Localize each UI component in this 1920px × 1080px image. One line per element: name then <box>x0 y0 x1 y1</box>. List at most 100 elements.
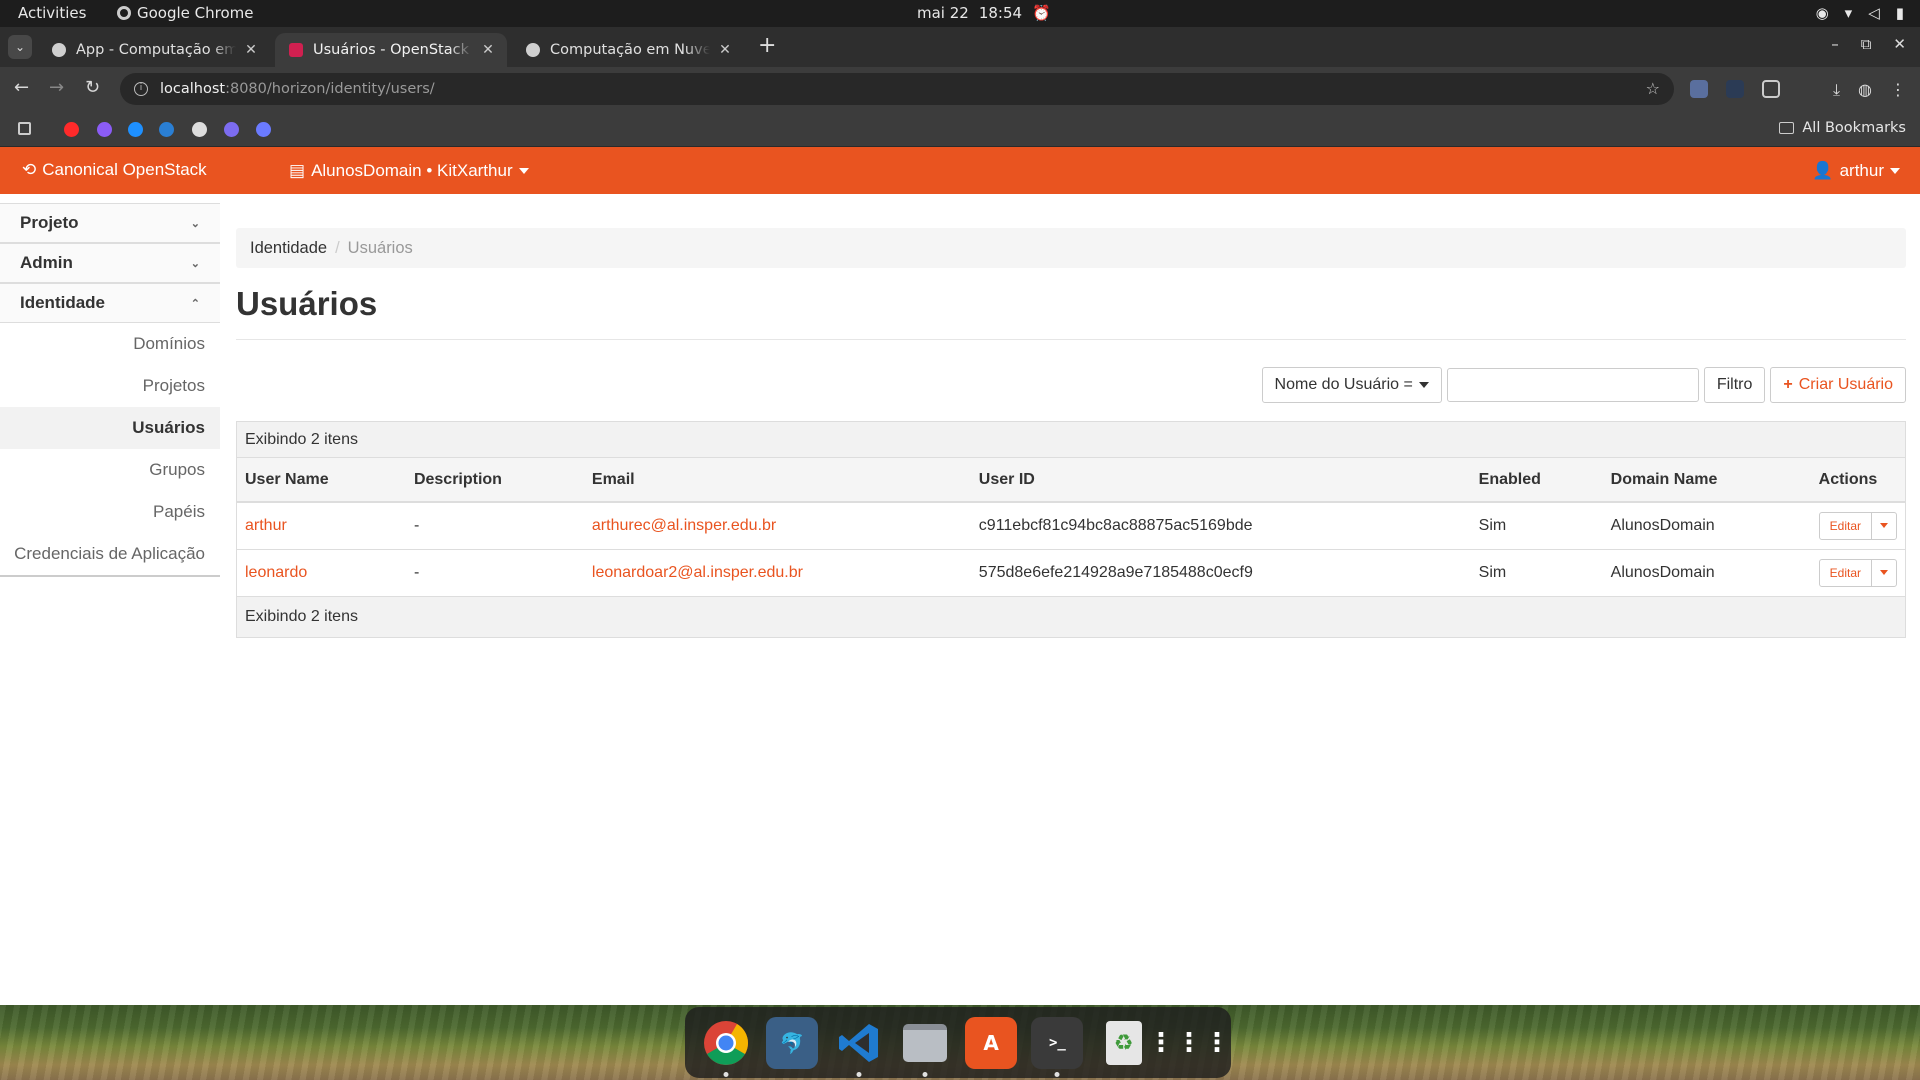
site-info-icon[interactable]: i <box>134 82 148 96</box>
dock-terminal-icon[interactable]: >_ <box>1031 1016 1084 1077</box>
chrome-tray-icon: ◉ <box>1815 4 1829 22</box>
table-header-row: User Name Description Email User ID Enab… <box>237 458 1905 503</box>
download-icon[interactable]: ⤓ <box>1833 80 1840 100</box>
tab-search-button[interactable]: ⌄ <box>8 35 32 59</box>
column-header[interactable]: Enabled <box>1470 458 1603 503</box>
sidebar-section-projeto[interactable]: Projeto ⌄ <box>0 203 220 243</box>
address-bar[interactable]: i localhost:8080/horizon/identity/users/… <box>120 73 1674 105</box>
back-icon[interactable]: ← <box>14 77 29 98</box>
forward-icon[interactable]: → <box>49 77 64 98</box>
browser-tab[interactable]: Computação em Nuvem ✕ <box>512 33 744 67</box>
bookmark-icon[interactable] <box>128 122 143 137</box>
chevron-down-icon: ⌄ <box>190 257 200 270</box>
caret-down-icon <box>1880 570 1888 575</box>
dock-chrome-icon[interactable] <box>700 1017 752 1077</box>
row-actions-dropdown[interactable] <box>1872 560 1896 586</box>
users-table: Exibindo 2 itens User Name Description E… <box>236 421 1906 638</box>
menu-kebab-icon[interactable]: ⋮ <box>1890 80 1906 100</box>
filter-field-select[interactable]: Nome do Usuário = <box>1261 367 1442 403</box>
tab-close-icon[interactable]: ✕ <box>716 42 734 58</box>
table-actions: Nome do Usuário = Filtro + Criar Usuário <box>1261 367 1906 403</box>
filter-input[interactable] <box>1446 368 1699 402</box>
system-tray[interactable]: ◉ ▾ ◁ ▮ <box>1816 4 1904 22</box>
apps-grid-icon[interactable] <box>18 122 31 135</box>
sidebar-item-credenciais[interactable]: Credenciais de Aplicação <box>0 533 220 575</box>
browser-tab-active[interactable]: Usuários - OpenStack Da ✕ <box>275 33 507 67</box>
edit-button[interactable]: Editar <box>1820 512 1872 539</box>
user-email-link[interactable]: arthurec@al.insper.edu.br <box>592 517 776 534</box>
maximize-icon[interactable]: ⧉ <box>1861 35 1872 53</box>
sidebar-section-label: Identidade <box>20 293 106 312</box>
user-id: 575d8e6efe214928a9e7185488c0ecf9 <box>970 549 1471 597</box>
bookmark-star-icon[interactable]: ☆ <box>1646 79 1660 98</box>
extension-icons <box>1690 80 1780 98</box>
sidebar-section-identidade[interactable]: Identidade ⌃ <box>0 283 220 323</box>
sidebar-section-admin[interactable]: Admin ⌄ <box>0 243 220 283</box>
shortcut-extension-icon[interactable] <box>1726 80 1744 98</box>
user-menu-label: arthur <box>1839 161 1884 180</box>
extensions-puzzle-icon[interactable] <box>1762 80 1780 98</box>
browser-toolbar: ← → ↻ i localhost:8080/horizon/identity/… <box>0 67 1920 111</box>
column-header[interactable]: Description <box>405 458 584 503</box>
column-header[interactable]: User ID <box>970 458 1471 503</box>
caret-down-icon <box>1890 168 1900 174</box>
window-controls: – ⧉ ✕ <box>1831 35 1906 53</box>
profile-avatar-icon[interactable]: ◍ <box>1858 80 1872 100</box>
dock-app-center-icon[interactable]: A <box>965 1016 1018 1069</box>
brand-label: Canonical OpenStack <box>42 160 207 179</box>
bookmark-openai-icon[interactable] <box>192 122 207 137</box>
tab-favicon-icon <box>52 43 66 57</box>
dock: 🐬 A >_ ♻ ⋮⋮⋮ <box>685 1007 1231 1078</box>
dock-mysql-workbench-icon[interactable]: 🐬 <box>766 1016 819 1069</box>
user-name-link[interactable]: leonardo <box>245 564 307 581</box>
tab-close-icon[interactable]: ✕ <box>479 42 497 58</box>
clock-time: 18:54 <box>978 4 1023 22</box>
browser-tab[interactable]: App - Computação em N ✕ <box>38 33 270 67</box>
battery-icon: ▮ <box>1895 4 1904 22</box>
dock-vscode-icon[interactable] <box>833 1017 885 1077</box>
user-email-link[interactable]: leonardoar2@al.insper.edu.br <box>592 564 803 581</box>
sidebar-item-usuarios[interactable]: Usuários <box>0 407 220 449</box>
sidebar-item-projetos[interactable]: Projetos <box>0 365 220 407</box>
show-apps-grid-icon[interactable]: ⋮⋮⋮ <box>1148 1017 1230 1069</box>
edit-button[interactable]: Editar <box>1820 559 1872 586</box>
column-header[interactable]: Domain Name <box>1602 458 1811 503</box>
reload-icon[interactable]: ↻ <box>85 77 100 98</box>
column-header[interactable]: User Name <box>237 458 406 503</box>
running-indicator <box>723 1071 729 1077</box>
app-menu[interactable]: Google Chrome <box>117 4 254 22</box>
user-icon: 👤 <box>1812 161 1834 180</box>
create-user-button[interactable]: + Criar Usuário <box>1770 367 1906 403</box>
tab-close-icon[interactable]: ✕ <box>242 42 260 58</box>
sidebar-item-dominios[interactable]: Domínios <box>0 323 220 365</box>
project-switcher[interactable]: ▤ AlunosDomain • KitXarthur <box>289 161 529 181</box>
user-name-link[interactable]: arthur <box>245 517 287 534</box>
dock-files-icon[interactable] <box>899 1017 951 1077</box>
all-bookmarks-button[interactable]: All Bookmarks <box>1779 120 1906 136</box>
bookmark-youtube-icon[interactable] <box>64 122 79 137</box>
close-window-icon[interactable]: ✕ <box>1893 35 1906 53</box>
breadcrumb-separator: / <box>335 238 340 257</box>
new-tab-button[interactable]: + <box>758 33 776 58</box>
openstack-logo-icon: ⟲ <box>22 160 37 179</box>
column-header[interactable]: Email <box>583 458 971 503</box>
filter-button[interactable]: Filtro <box>1703 367 1766 403</box>
bookmark-icon[interactable] <box>256 122 271 137</box>
sidebar-item-grupos[interactable]: Grupos <box>0 449 220 491</box>
minimize-icon[interactable]: – <box>1831 35 1839 53</box>
translate-extension-icon[interactable] <box>1690 80 1708 98</box>
user-menu[interactable]: 👤 arthur <box>1812 161 1900 181</box>
clock-date: mai 22 <box>917 4 969 22</box>
sidebar-item-papeis[interactable]: Papéis <box>0 491 220 533</box>
row-actions-dropdown[interactable] <box>1872 513 1896 539</box>
bookmark-icon[interactable] <box>224 122 239 137</box>
app-menu-label: Google Chrome <box>137 4 254 22</box>
breadcrumb-link[interactable]: Identidade <box>250 239 327 258</box>
dock-trash-icon[interactable]: ♻ <box>1098 1017 1150 1069</box>
bookmark-outlook-icon[interactable] <box>159 122 174 137</box>
brand-link[interactable]: ⟲ Canonical OpenStack <box>22 160 207 180</box>
wifi-icon: ▾ <box>1844 4 1853 22</box>
clock[interactable]: mai 22 18:54 ⏰ <box>917 4 1051 22</box>
bookmark-icon[interactable] <box>97 122 112 137</box>
activities-button[interactable]: Activities <box>18 4 86 22</box>
